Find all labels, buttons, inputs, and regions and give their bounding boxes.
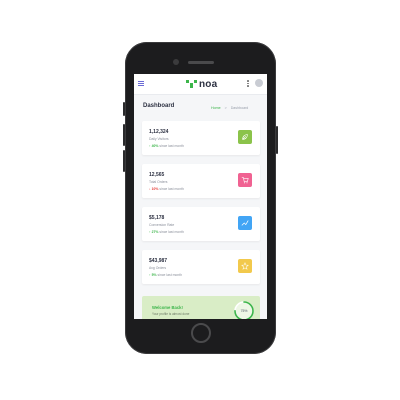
top-bar: noa: [134, 74, 267, 94]
user-icon[interactable]: [255, 79, 263, 87]
home-button[interactable]: [191, 323, 211, 343]
trend-up-icon: ↑: [149, 144, 151, 148]
earpiece-speaker: [188, 61, 214, 64]
kebab-icon[interactable]: [247, 80, 249, 88]
stat-change: ↓ 10% since last month: [149, 187, 184, 191]
front-camera: [173, 59, 179, 65]
chart-icon: [238, 216, 252, 230]
stat-change: ↑ 40% since last month: [149, 144, 184, 148]
welcome-title: Welcome Back!: [152, 305, 183, 310]
stat-change-percent: 40%: [151, 144, 159, 148]
leaf-icon: [238, 130, 252, 144]
profile-progress-text: 75%: [240, 309, 248, 313]
stat-change-since: since last month: [159, 230, 184, 234]
stat-card-conversion-rate[interactable]: $5,178 Conversion Rate ↑ 27% since last …: [142, 207, 260, 241]
stat-value: $5,178: [149, 215, 165, 221]
stat-change-percent: 27%: [151, 230, 159, 234]
mute-switch: [123, 102, 125, 116]
phone-frame: noa Dashboard Home > Dashboard 1,12,324 …: [123, 42, 278, 354]
app-name: noa: [199, 78, 218, 90]
welcome-card[interactable]: Welcome Back! Your profile is almost don…: [142, 296, 260, 319]
stat-change: ↑ 5% since last month: [149, 273, 182, 277]
breadcrumb-home[interactable]: Home: [211, 106, 221, 110]
volume-up-button: [123, 124, 125, 146]
stat-card-avg-orders[interactable]: $43,987 Avg Orders ↑ 5% since last month: [142, 250, 260, 284]
stat-label: Avg Orders: [149, 266, 167, 270]
stat-change: ↑ 27% since last month: [149, 230, 184, 234]
stat-value: 12,565: [149, 172, 165, 178]
app-screen: noa Dashboard Home > Dashboard 1,12,324 …: [134, 74, 267, 319]
breadcrumb: Home > Dashboard: [211, 106, 248, 110]
stat-label: Total Orders: [149, 180, 168, 184]
logo-mark-icon: [186, 80, 197, 88]
breadcrumb-separator: >: [224, 106, 227, 110]
menu-icon[interactable]: [138, 81, 144, 86]
stat-change-since: since last month: [159, 187, 184, 191]
stat-value: $43,987: [149, 258, 168, 264]
stat-label: Conversion Rate: [149, 223, 175, 227]
stat-change-percent: 10%: [151, 187, 159, 191]
app-logo[interactable]: noa: [186, 78, 217, 90]
welcome-subtitle: Your profile is almost done: [152, 312, 190, 316]
page-title: Dashboard: [143, 103, 175, 109]
stat-change-percent: 5%: [151, 273, 157, 277]
stat-card-total-orders[interactable]: 12,565 Total Orders ↓ 10% since last mon…: [142, 164, 260, 198]
trend-down-icon: ↓: [149, 187, 151, 191]
stat-change-since: since last month: [159, 144, 184, 148]
stat-value: 1,12,324: [149, 129, 169, 135]
stat-change-since: since last month: [157, 273, 183, 277]
star-icon: [238, 259, 252, 273]
volume-down-button: [123, 150, 125, 172]
stat-card-daily-visitors[interactable]: 1,12,324 Daily Visitors ↑ 40% since last…: [142, 121, 260, 155]
page-header: Dashboard Home > Dashboard: [134, 94, 267, 122]
stat-label: Daily Visitors: [149, 137, 169, 141]
breadcrumb-current: Dashboard: [230, 106, 249, 110]
cart-icon: [238, 173, 252, 187]
trend-up-icon: ↑: [149, 230, 151, 234]
power-button: [276, 126, 278, 154]
trend-up-icon: ↑: [149, 273, 151, 277]
